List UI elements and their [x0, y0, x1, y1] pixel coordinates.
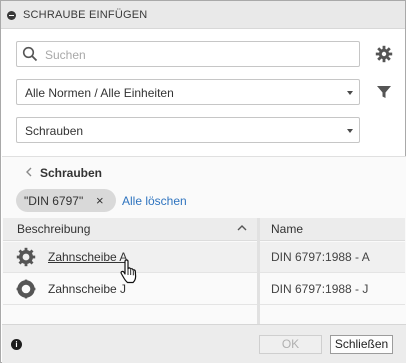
category-select[interactable]: Schrauben: [16, 117, 360, 143]
standard-select[interactable]: Alle Normen / Alle Einheiten: [16, 79, 360, 105]
category-select-value: Schrauben: [25, 124, 84, 138]
column-header-name[interactable]: Name: [271, 222, 303, 236]
funnel-icon[interactable]: [375, 83, 393, 101]
insert-screw-dialog: SCHRAUBE EINFÜGEN Suchen Alle Normen / A…: [0, 0, 406, 363]
title-bar: SCHRAUBE EINFÜGEN: [1, 1, 405, 29]
hand-cursor-icon: [120, 259, 137, 284]
row-description[interactable]: Zahnscheibe J: [48, 282, 126, 296]
table-row[interactable]: Zahnscheibe J DIN 6797:1988 - J: [3, 274, 405, 305]
table-header: Beschreibung Name: [3, 218, 405, 241]
column-header-description[interactable]: Beschreibung: [17, 222, 90, 236]
chevron-down-icon: [347, 129, 353, 133]
row-name: DIN 6797:1988 - A: [271, 250, 370, 264]
close-icon[interactable]: ×: [96, 193, 104, 208]
lock-washer-icon: [16, 279, 36, 299]
row-name: DIN 6797:1988 - J: [271, 282, 369, 296]
serrated-washer-icon: [16, 247, 36, 267]
search-placeholder: Suchen: [45, 48, 86, 62]
table-row[interactable]: Zahnscheibe A DIN 6797:1988 - A: [3, 242, 405, 273]
breadcrumb[interactable]: Schrauben: [40, 166, 102, 180]
filter-chip: "DIN 6797" ×: [16, 189, 116, 212]
collapse-icon[interactable]: [7, 11, 16, 20]
close-button[interactable]: Schließen: [330, 335, 393, 354]
chevron-up-icon[interactable]: [237, 224, 247, 231]
chevron-left-icon[interactable]: [25, 167, 33, 177]
clear-all-link[interactable]: Alle löschen: [122, 194, 187, 208]
standard-select-value: Alle Normen / Alle Einheiten: [25, 86, 174, 100]
info-icon[interactable]: i: [11, 339, 22, 350]
ok-button[interactable]: OK: [259, 335, 322, 354]
dialog-title: SCHRAUBE EINFÜGEN: [23, 9, 148, 21]
filter-chip-label: "DIN 6797": [24, 194, 84, 208]
gear-icon[interactable]: [375, 45, 393, 63]
search-input[interactable]: Suchen: [16, 41, 360, 67]
row-description[interactable]: Zahnscheibe A: [48, 250, 127, 264]
chevron-down-icon: [347, 91, 353, 95]
search-icon: [22, 46, 38, 62]
column-resize-handle[interactable]: [257, 218, 260, 324]
